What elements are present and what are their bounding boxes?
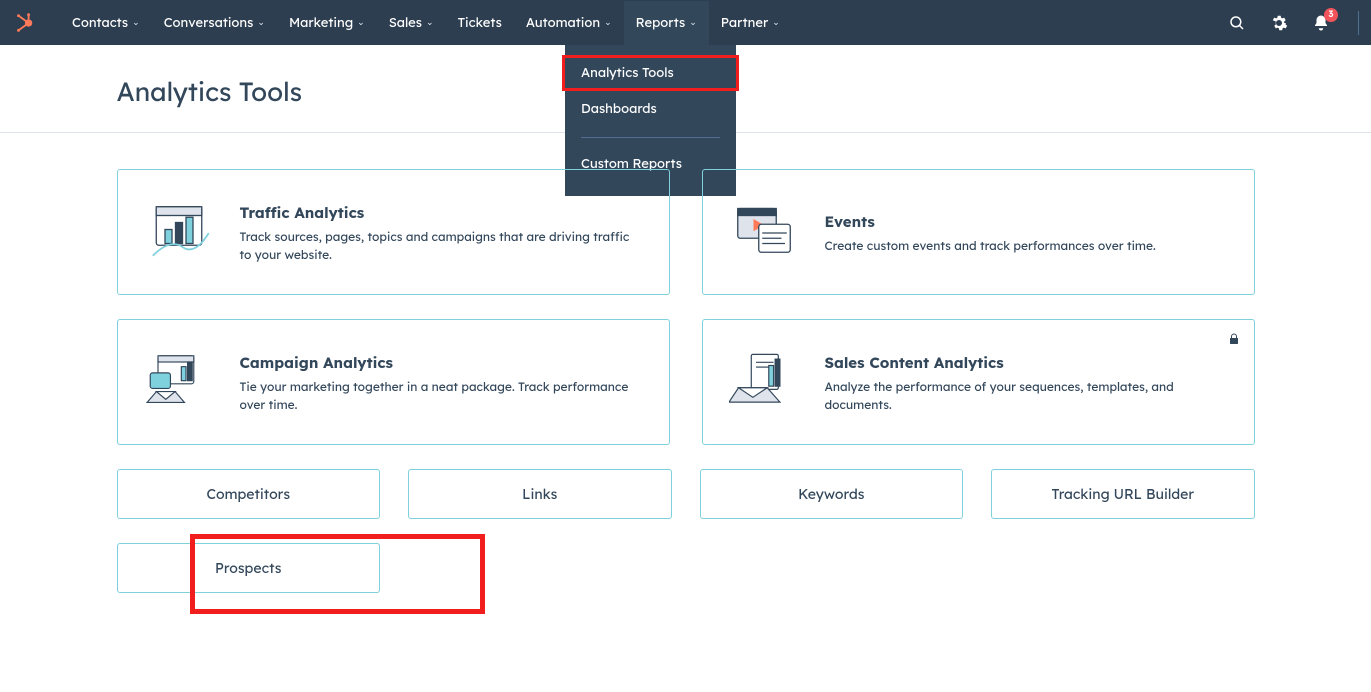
tile-prospects[interactable]: Prospects <box>117 543 381 593</box>
nav-tickets[interactable]: Tickets <box>446 1 514 45</box>
tile-keywords[interactable]: Keywords <box>700 469 964 519</box>
nav-automation[interactable]: Automation ⌄ <box>514 1 624 45</box>
nav-label: Reports <box>636 15 686 31</box>
card-campaign-analytics[interactable]: Campaign Analytics Tie your marketing to… <box>117 319 670 445</box>
nav-label: Tickets <box>458 15 502 31</box>
chevron-down-icon: ⌄ <box>604 17 612 28</box>
settings-icon[interactable] <box>1268 12 1290 34</box>
chevron-down-icon: ⌄ <box>689 17 697 28</box>
card-desc: Tie your marketing together in a neat pa… <box>240 378 643 414</box>
events-icon <box>729 198 799 268</box>
nav-partner[interactable]: Partner ⌄ <box>709 1 792 45</box>
card-title: Traffic Analytics <box>240 203 643 222</box>
card-title: Sales Content Analytics <box>825 353 1228 372</box>
nav-label: Contacts <box>72 15 128 31</box>
tile-tracking-url-builder[interactable]: Tracking URL Builder <box>991 469 1255 519</box>
tile-competitors[interactable]: Competitors <box>117 469 381 519</box>
nav-contacts[interactable]: Contacts ⌄ <box>60 1 152 45</box>
campaign-analytics-icon <box>144 348 214 418</box>
divider <box>1358 11 1359 35</box>
nav-conversations[interactable]: Conversations⌄ <box>152 1 277 45</box>
card-events[interactable]: Events Create custom events and track pe… <box>702 169 1255 295</box>
lock-icon <box>1228 332 1240 346</box>
nav-label: Marketing <box>289 15 353 31</box>
card-desc: Create custom events and track performan… <box>825 237 1156 255</box>
card-desc: Analyze the performance of your sequence… <box>825 378 1228 414</box>
sales-content-icon <box>729 348 799 418</box>
traffic-analytics-icon <box>144 198 214 268</box>
chevron-down-icon: ⌄ <box>772 17 780 28</box>
card-title: Campaign Analytics <box>240 353 643 372</box>
nav-reports[interactable]: Reports⌄ <box>624 1 709 45</box>
main-nav: Contacts⌄ Conversations⌄ Marketing⌄ Sale… <box>60 1 792 45</box>
nav-label: Partner <box>721 15 768 31</box>
card-desc: Track sources, pages, topics and campaig… <box>240 228 643 264</box>
tile-links[interactable]: Links <box>408 469 672 519</box>
card-title: Events <box>825 212 1156 231</box>
dropdown-item-analytics-tools[interactable]: Analytics Tools <box>562 55 739 91</box>
notifications-icon[interactable]: 3 <box>1310 12 1332 34</box>
hubspot-logo[interactable] <box>12 11 36 35</box>
nav-label: Sales <box>389 15 422 31</box>
chevron-down-icon: ⌄ <box>426 17 434 28</box>
nav-sales[interactable]: Sales ⌄ <box>377 1 446 45</box>
search-icon[interactable] <box>1226 12 1248 34</box>
card-traffic-analytics[interactable]: Traffic Analytics Track sources, pages, … <box>117 169 670 295</box>
nav-label: Conversations <box>164 15 254 31</box>
nav-marketing[interactable]: Marketing ⌄ <box>277 1 377 45</box>
dropdown-item-dashboards[interactable]: Dashboards <box>565 91 736 127</box>
chevron-down-icon: ⌄ <box>257 17 265 28</box>
nav-label: Automation <box>526 15 600 31</box>
dropdown-divider <box>581 137 720 138</box>
chevron-down-icon: ⌄ <box>132 17 140 28</box>
card-sales-content-analytics[interactable]: Sales Content Analytics Analyze the perf… <box>702 319 1255 445</box>
chevron-down-icon: ⌄ <box>357 17 365 28</box>
notification-badge: 3 <box>1324 8 1338 22</box>
